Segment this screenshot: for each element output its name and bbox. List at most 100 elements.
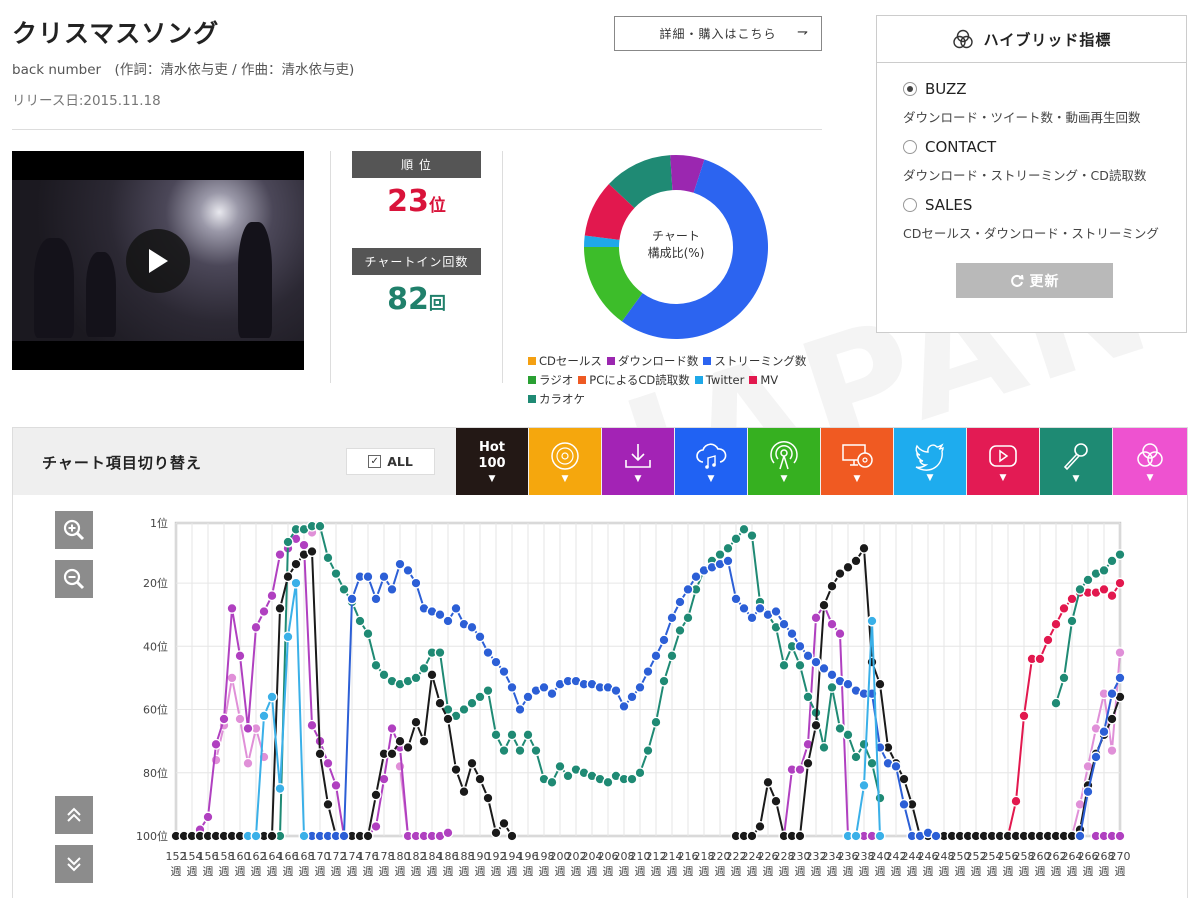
data-point[interactable] — [826, 580, 838, 592]
data-point[interactable] — [746, 830, 758, 842]
data-point[interactable] — [834, 568, 846, 580]
data-point[interactable] — [786, 628, 798, 640]
data-point[interactable] — [898, 773, 910, 785]
video-player[interactable] — [12, 151, 304, 370]
data-point[interactable] — [378, 669, 390, 681]
data-point[interactable] — [1106, 713, 1118, 725]
data-point[interactable] — [834, 723, 846, 734]
data-point[interactable] — [858, 738, 870, 750]
data-point[interactable] — [1050, 618, 1062, 630]
data-point[interactable] — [818, 599, 830, 611]
data-point[interactable] — [826, 618, 838, 630]
data-point[interactable] — [842, 729, 854, 741]
data-point[interactable] — [290, 577, 302, 589]
tab-cd-sales[interactable]: ▼ — [529, 428, 601, 495]
data-point[interactable] — [850, 555, 862, 567]
data-point[interactable] — [794, 659, 806, 671]
data-point[interactable] — [394, 760, 406, 772]
data-point[interactable] — [410, 672, 422, 684]
data-point[interactable] — [1034, 653, 1046, 665]
data-point[interactable] — [714, 549, 726, 561]
update-button[interactable]: 更新 — [956, 263, 1113, 298]
data-point[interactable] — [274, 549, 286, 561]
data-point[interactable] — [394, 558, 406, 570]
data-point[interactable] — [306, 719, 318, 731]
data-point[interactable] — [450, 602, 462, 614]
data-point[interactable] — [1058, 672, 1070, 684]
data-point[interactable] — [386, 748, 398, 760]
data-point[interactable] — [818, 742, 830, 753]
data-point[interactable] — [874, 830, 886, 842]
data-point[interactable] — [346, 593, 358, 605]
data-point[interactable] — [474, 631, 486, 643]
data-point[interactable] — [1098, 726, 1110, 738]
data-point[interactable] — [330, 568, 342, 580]
option-contact[interactable]: CONTACT — [903, 138, 996, 156]
data-point[interactable] — [794, 764, 806, 776]
data-point[interactable] — [282, 571, 294, 583]
data-point[interactable] — [802, 691, 814, 703]
data-point[interactable] — [802, 650, 814, 662]
data-point[interactable] — [490, 729, 502, 741]
option-sales[interactable]: SALES — [903, 196, 972, 214]
data-point[interactable] — [210, 754, 222, 766]
data-point[interactable] — [1090, 751, 1102, 763]
data-point[interactable] — [650, 650, 662, 662]
data-point[interactable] — [818, 662, 830, 674]
data-point[interactable] — [1114, 647, 1126, 659]
data-point[interactable] — [298, 830, 310, 842]
data-point[interactable] — [722, 542, 734, 554]
data-point[interactable] — [1066, 615, 1078, 627]
data-point[interactable] — [810, 719, 822, 731]
play-button[interactable] — [126, 229, 190, 293]
data-point[interactable] — [378, 571, 390, 583]
scroll-top-button[interactable] — [55, 796, 93, 834]
data-point[interactable] — [386, 723, 398, 734]
data-point[interactable] — [890, 760, 902, 772]
data-point[interactable] — [234, 713, 246, 725]
data-point[interactable] — [866, 656, 878, 668]
data-point[interactable] — [290, 558, 302, 570]
data-point[interactable] — [754, 602, 766, 614]
data-point[interactable] — [650, 716, 662, 728]
data-point[interactable] — [434, 647, 446, 659]
data-point[interactable] — [298, 539, 310, 551]
data-point[interactable] — [538, 681, 550, 693]
data-point[interactable] — [674, 596, 686, 608]
data-point[interactable] — [242, 757, 254, 769]
data-point[interactable] — [738, 523, 750, 535]
data-point[interactable] — [322, 798, 334, 810]
data-point[interactable] — [1050, 697, 1062, 709]
data-point[interactable] — [794, 640, 806, 652]
data-point[interactable] — [506, 681, 518, 693]
zoom-out-button[interactable] — [55, 560, 93, 598]
data-point[interactable] — [674, 625, 686, 636]
data-point[interactable] — [778, 618, 790, 630]
data-point[interactable] — [730, 533, 742, 545]
data-point[interactable] — [466, 697, 478, 709]
data-point[interactable] — [218, 713, 230, 725]
tab-radio[interactable]: ▼ — [748, 428, 820, 495]
data-point[interactable] — [458, 786, 470, 798]
data-point[interactable] — [418, 735, 430, 747]
data-point[interactable] — [1010, 795, 1022, 807]
data-point[interactable] — [474, 691, 486, 703]
data-point[interactable] — [866, 615, 878, 627]
data-point[interactable] — [1066, 593, 1078, 605]
data-point[interactable] — [522, 691, 534, 703]
option-buzz[interactable]: BUZZ — [903, 80, 967, 98]
buy-details-button[interactable]: 詳細・購入はこちら ⇁ — [614, 16, 822, 51]
data-point[interactable] — [338, 830, 350, 842]
data-point[interactable] — [562, 770, 574, 782]
data-point[interactable] — [642, 666, 654, 678]
data-point[interactable] — [1082, 574, 1094, 586]
data-point[interactable] — [266, 691, 278, 703]
data-point[interactable] — [258, 710, 270, 722]
data-point[interactable] — [306, 546, 318, 557]
data-point[interactable] — [362, 571, 374, 583]
data-point[interactable] — [826, 681, 838, 693]
data-point[interactable] — [826, 669, 838, 681]
data-point[interactable] — [442, 827, 454, 839]
data-point[interactable] — [874, 678, 886, 690]
data-point[interactable] — [754, 821, 766, 832]
